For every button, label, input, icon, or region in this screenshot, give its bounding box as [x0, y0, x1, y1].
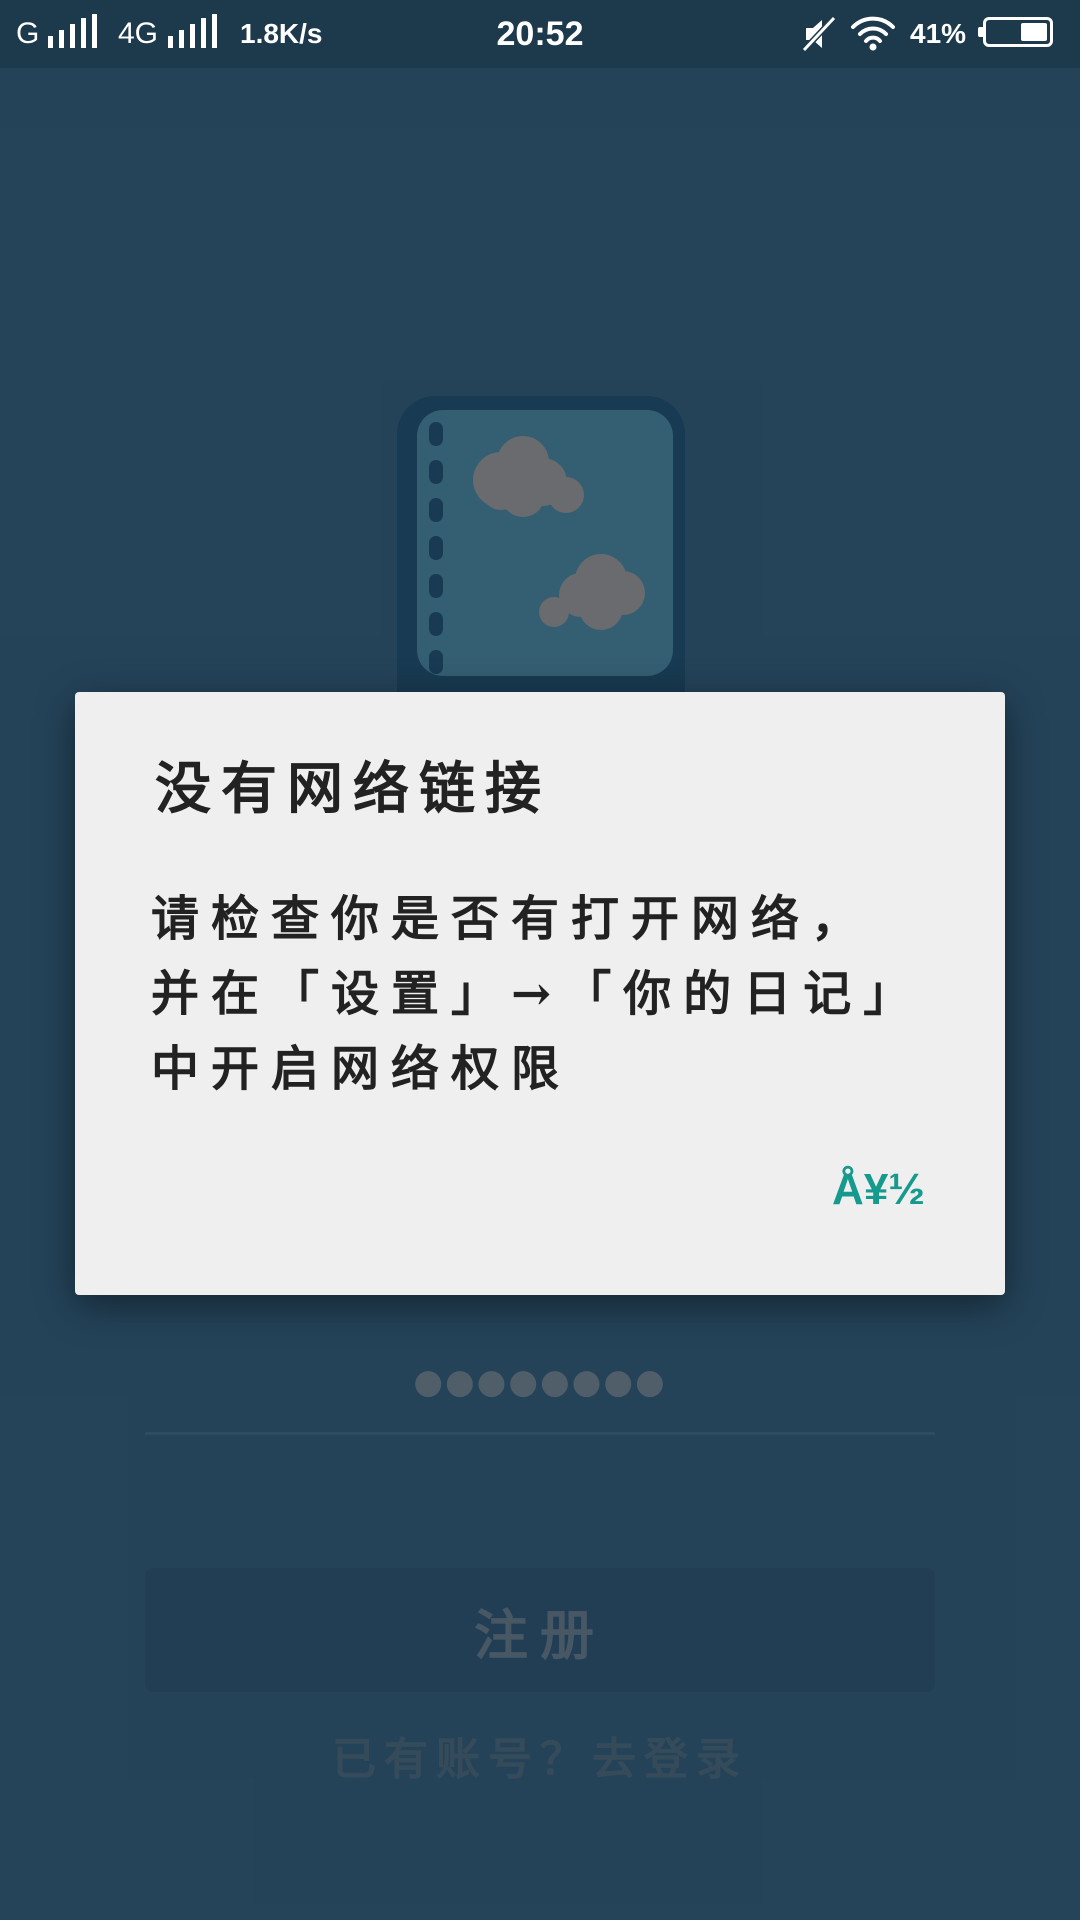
dialog-title: 没有网络链接 — [155, 756, 551, 822]
wifi-icon — [851, 16, 895, 51]
mute-icon — [802, 16, 836, 52]
battery-fill — [1020, 23, 1047, 41]
battery-icon — [983, 17, 1053, 47]
no-network-dialog: 没有网络链接 请检查你是否有打开网络，并在「设置」→「你的日记」中开启网络权限 … — [75, 692, 1005, 1295]
dialog-ok-button[interactable]: Å¥½ — [832, 1162, 925, 1218]
battery-percent: 41% — [910, 18, 967, 49]
dialog-message: 请检查你是否有打开网络，并在「设置」→「你的日记」中开启网络权限 — [151, 891, 900, 1097]
status-bar: G 4G 1.8K/s 20:52 41% — [0, 0, 1080, 68]
